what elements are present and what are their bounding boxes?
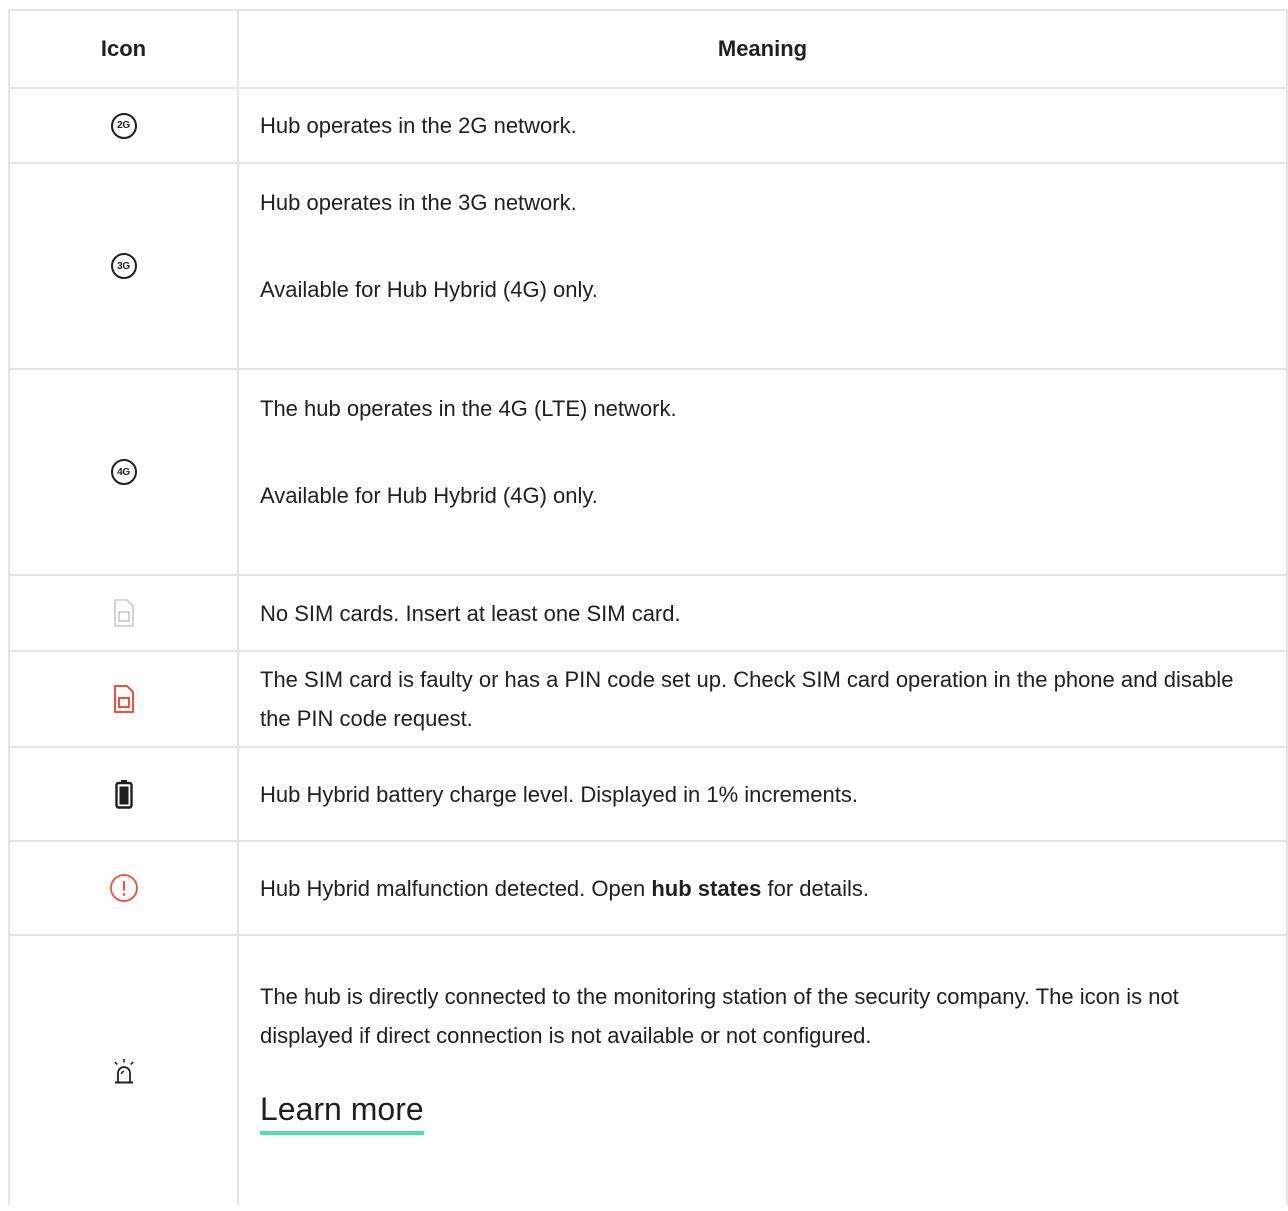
icon-cell [8,840,239,936]
meaning-text: No SIM cards. Insert at least one SIM ca… [260,600,681,626]
no-sim-icon [113,599,134,627]
icon-cell [8,650,239,748]
table-row: No SIM cards. Insert at least one SIM ca… [8,574,1288,652]
icon-cell: 3G [8,162,239,370]
table-row: Hub Hybrid malfunction detected. Open hu… [8,840,1288,936]
meaning-cell: The hub is directly connected to the mon… [237,934,1288,1205]
table-row: The SIM card is faulty or has a PIN code… [8,650,1288,748]
header-icon: Icon [8,9,239,89]
meaning-text: The SIM card is faulty or has a PIN code… [260,667,1234,731]
icons-table: Icon Meaning 2G Hub operates in the 2G n… [8,9,1288,1205]
meaning-cell: The SIM card is faulty or has a PIN code… [237,650,1288,748]
table-row: Hub Hybrid battery charge level. Display… [8,746,1288,842]
4g-network-icon: 4G [110,459,137,485]
malfunction-icon [109,874,138,902]
meaning-cell: Hub operates in the 3G network. Availabl… [237,162,1288,370]
icon-cell [8,934,239,1205]
meaning-text: Hub Hybrid malfunction detected. Open hu… [260,869,1266,908]
2g-network-icon: 2G [110,112,137,139]
table-row: 2G Hub operates in the 2G network. [8,87,1288,164]
icon-cell [8,746,239,842]
meaning-cell: No SIM cards. Insert at least one SIM ca… [237,574,1288,652]
meaning-note: Available for Hub Hybrid (4G) only. [260,277,598,302]
meaning-cell: Hub Hybrid battery charge level. Display… [237,746,1288,842]
table-row: 3G Hub operates in the 3G network. Avail… [8,162,1288,370]
meaning-cell: Hub Hybrid malfunction detected. Open hu… [237,840,1288,936]
meaning-text: Hub operates in the 2G network. [260,113,577,138]
monitoring-station-icon [113,1058,134,1083]
faulty-sim-icon [113,685,134,713]
header-meaning: Meaning [237,9,1288,89]
icon-cell [8,574,239,652]
3g-network-icon: 3G [110,253,137,279]
learn-more-link[interactable]: Learn more [260,1089,424,1135]
meaning-text: The hub operates in the 4G (LTE) network… [260,396,677,421]
icons-table-container: Icon Meaning 2G Hub operates in the 2G n… [8,9,1288,1205]
meaning-text-start: Hub Hybrid malfunction detected. Open [260,875,652,901]
meaning-cell: The hub operates in the 4G (LTE) network… [237,368,1288,576]
meaning-note: Available for Hub Hybrid (4G) only. [260,483,598,508]
battery-icon [114,780,133,809]
hub-states-text: hub states [651,875,762,901]
meaning-text: The hub is directly connected to the mon… [260,983,1179,1048]
icon-cell: 2G [8,87,239,164]
table-header-row: Icon Meaning [8,9,1288,89]
meaning-cell: Hub operates in the 2G network. [237,87,1288,164]
meaning-text: Hub operates in the 3G network. [260,190,577,215]
table-row: 4G The hub operates in the 4G (LTE) netw… [8,368,1288,576]
meaning-text-end: for details. [761,875,869,901]
icon-cell: 4G [8,368,239,576]
table-row: The hub is directly connected to the mon… [8,934,1288,1205]
meaning-text: Hub Hybrid battery charge level. Display… [260,781,858,807]
